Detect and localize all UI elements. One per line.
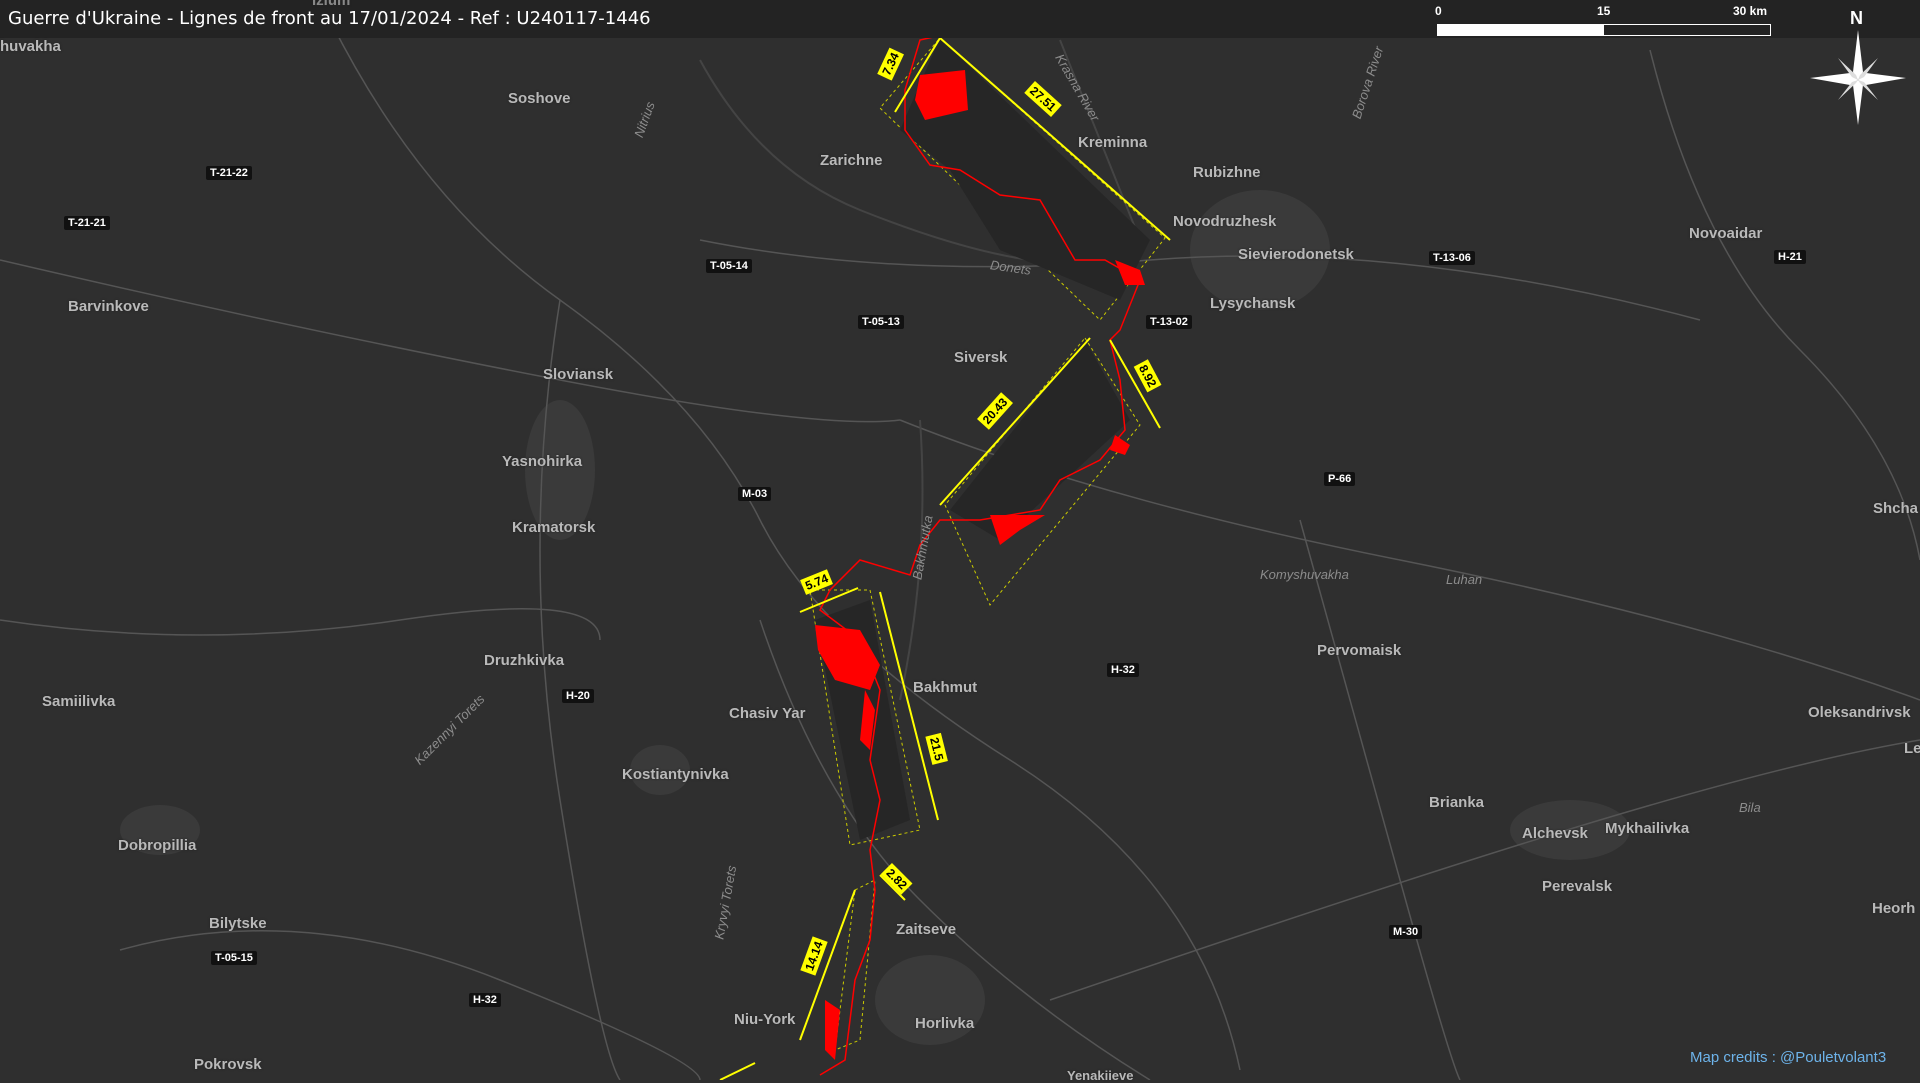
city-heorh: Heorh	[1872, 900, 1916, 917]
road-t2121: T-21-21	[64, 216, 110, 230]
city-novoaidar: Novoaidar	[1689, 225, 1763, 242]
city-izium: Izium	[312, 0, 351, 9]
scale-bar: 0 15 30 km	[1435, 4, 1775, 38]
city-kreminna: Kreminna	[1078, 134, 1148, 151]
city-shcha: Shcha	[1873, 500, 1919, 517]
road-t0515: T-05-15	[211, 951, 257, 965]
scale-label-15: 15	[1597, 4, 1611, 18]
compass-icon	[1810, 30, 1906, 125]
city-bilytske: Bilytske	[209, 915, 267, 932]
city-mykhailivka: Mykhailivka	[1605, 820, 1690, 837]
scale-label-30: 30 km	[1733, 4, 1768, 18]
scale-label-0: 0	[1435, 4, 1442, 18]
city-rubizhne: Rubizhne	[1193, 164, 1261, 181]
city-barvinkove: Barvinkove	[68, 298, 149, 315]
city-horlivka: Horlivka	[915, 1015, 975, 1032]
road-p66: P-66	[1324, 472, 1356, 486]
road-h21: H-21	[1774, 250, 1806, 264]
north-label: N	[1850, 8, 1863, 28]
city-oleksandrivsk: Oleksandrivsk	[1808, 704, 1911, 721]
scale-bar-white	[1437, 24, 1603, 36]
city-perevalsk: Perevalsk	[1542, 878, 1613, 895]
road-h20: H-20	[562, 689, 594, 703]
city-siversk: Siversk	[954, 349, 1008, 366]
city-sievierodonetsk: Sievierodonetsk	[1238, 246, 1354, 263]
river-komyshuvakha: Komyshuvakha	[1260, 567, 1349, 582]
city-pokrovsk: Pokrovsk	[194, 1056, 262, 1073]
road-m03: M-03	[738, 487, 772, 501]
city-druzhkivka: Druzhkivka	[484, 652, 565, 669]
city-dobropillia: Dobropillia	[118, 837, 197, 854]
road-t2122: T-21-22	[206, 166, 252, 180]
city-kramatorsk: Kramatorsk	[512, 519, 596, 536]
road-t0513: T-05-13	[858, 315, 904, 329]
city-kostiantynivka: Kostiantynivka	[622, 766, 729, 783]
road-m30: M-30	[1389, 925, 1423, 939]
city-yenakiieve: Yenakiieve	[1067, 1068, 1134, 1083]
city-chasiv-yar: Chasiv Yar	[729, 705, 806, 722]
city-sloviansk: Sloviansk	[543, 366, 614, 383]
road-t1302: T-13-02	[1146, 315, 1192, 329]
river-luhan: Luhan	[1446, 572, 1483, 587]
city-lysychansk: Lysychansk	[1210, 295, 1296, 312]
road-h32-east: H-32	[1107, 663, 1139, 677]
north-arrow: N	[1808, 8, 1908, 125]
city-zaitseve: Zaitseve	[896, 921, 957, 938]
city-le: Le	[1904, 740, 1920, 757]
river-bila: Bila	[1739, 800, 1761, 815]
city-zarichne: Zarichne	[820, 152, 883, 169]
city-niu-york: Niu-York	[734, 1011, 796, 1028]
city-alchevsk: Alchevsk	[1522, 825, 1588, 842]
map-credits: Map credits : @Pouletvolant3	[1690, 1049, 1887, 1066]
city-pervomaisk: Pervomaisk	[1317, 642, 1402, 659]
scale-bar-black	[1603, 24, 1771, 36]
city-brianka: Brianka	[1429, 794, 1485, 811]
map-canvas[interactable]	[0, 0, 1920, 1080]
city-samiilivka: Samiilivka	[42, 693, 116, 710]
city-novodruzhesk: Novodruzhesk	[1173, 213, 1277, 230]
city-bakhmut: Bakhmut	[913, 679, 978, 696]
road-t1306: T-13-06	[1429, 251, 1475, 265]
road-t0514: T-05-14	[706, 259, 752, 273]
city-yasnohirka: Yasnohirka	[502, 453, 583, 470]
road-h32-west: H-32	[469, 993, 501, 1007]
map-title: Guerre d'Ukraine - Lignes de front au 17…	[8, 8, 651, 29]
city-shuvakha: huvakha	[0, 38, 61, 55]
city-soshove: Soshove	[508, 90, 571, 107]
